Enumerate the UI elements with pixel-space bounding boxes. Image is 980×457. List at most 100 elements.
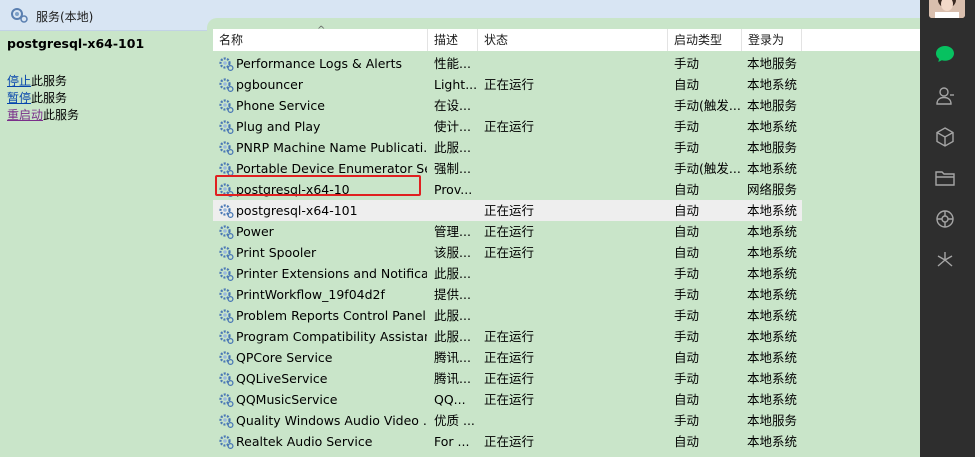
avatar-photo-icon xyxy=(929,0,965,18)
service-name-cell: QQMusicService xyxy=(236,392,338,407)
service-logon-cell: 本地系统 xyxy=(747,266,798,281)
action-pause-suffix: 此服务 xyxy=(31,91,68,105)
selected-service-name: postgresql-x64-101 xyxy=(7,36,145,51)
service-desc-cell: 此服... xyxy=(434,266,471,281)
service-name-cell: Quality Windows Audio Video ... xyxy=(236,413,427,428)
service-gear-icon xyxy=(219,288,234,303)
service-row[interactable]: Printer Extensions and Notificat... 此服...… xyxy=(213,263,802,284)
column-header-name[interactable]: 名称 ^ xyxy=(213,26,428,51)
service-name-cell: PNRP Machine Name Publicati... xyxy=(236,140,427,155)
service-gear-icon xyxy=(219,204,234,219)
service-row[interactable]: QQLiveService 腾讯... 正在运行 手动 本地系统 xyxy=(213,368,802,389)
service-gear-icon xyxy=(219,372,234,387)
service-logon-cell: 本地系统 xyxy=(747,308,798,323)
service-row[interactable]: pgbouncer Light... 正在运行 自动 本地系统 xyxy=(213,74,802,95)
moments-icon[interactable] xyxy=(934,208,956,230)
service-gear-icon xyxy=(219,309,234,324)
service-startup-cell: 手动 xyxy=(674,119,700,134)
service-logon-cell: 本地服务 xyxy=(747,140,798,155)
service-gear-icon xyxy=(219,351,234,366)
service-startup-cell: 手动 xyxy=(674,329,700,344)
cube-icon[interactable] xyxy=(934,126,956,148)
service-status-cell: 正在运行 xyxy=(484,350,535,365)
column-header-logon[interactable]: 登录为 xyxy=(742,29,802,51)
service-row[interactable]: Problem Reports Control Panel... 此服... 手动 本… xyxy=(213,305,802,326)
pause-service-link[interactable]: 暂停 xyxy=(7,91,31,105)
service-status-cell: 正在运行 xyxy=(484,224,535,239)
service-status-cell: 正在运行 xyxy=(484,434,535,449)
service-logon-cell: 本地系统 xyxy=(747,161,798,176)
service-startup-cell: 自动 xyxy=(674,77,700,92)
service-name-cell: Power xyxy=(236,224,274,239)
service-startup-cell: 手动 xyxy=(674,371,700,386)
service-gear-icon xyxy=(219,120,234,135)
chat-icon[interactable] xyxy=(934,43,956,65)
column-header: 名称 ^ 描述 状态 启动类型 登录为 xyxy=(213,26,920,51)
service-gear-icon xyxy=(219,99,234,114)
service-logon-cell: 网络服务 xyxy=(747,182,798,197)
service-status-cell xyxy=(484,137,664,158)
service-startup-cell: 手动(触发... xyxy=(674,161,741,176)
service-row[interactable]: Phone Service 在设... 手动(触发... 本地服务 xyxy=(213,95,802,116)
service-row[interactable]: Realtek Audio Service For ... 正在运行 自动 本地系统 xyxy=(213,431,802,452)
service-name-cell: Performance Logs & Alerts xyxy=(236,56,402,71)
service-row[interactable]: Plug and Play 使计... 正在运行 手动 本地系统 xyxy=(213,116,802,137)
service-detail-pane: postgresql-x64-101 停止此服务 暂停此服务 重启动此服务 xyxy=(0,31,207,457)
service-startup-cell: 自动 xyxy=(674,224,700,239)
service-startup-cell: 自动 xyxy=(674,434,700,449)
service-gear-icon xyxy=(219,393,234,408)
service-status-cell: 正在运行 xyxy=(484,203,535,218)
service-row[interactable]: Performance Logs & Alerts 性能... 手动 本地服务 xyxy=(213,53,802,74)
column-header-startup[interactable]: 启动类型 xyxy=(668,29,742,51)
service-row[interactable]: PrintWorkflow_19f04d2f 提供... 手动 本地系统 xyxy=(213,284,802,305)
service-logon-cell: 本地服务 xyxy=(747,413,798,428)
service-name-cell: Realtek Audio Service xyxy=(236,434,373,449)
service-status-cell: 正在运行 xyxy=(484,245,535,260)
service-startup-cell: 自动 xyxy=(674,182,700,197)
sparkle-icon[interactable] xyxy=(934,249,956,271)
service-gear-icon xyxy=(219,225,234,240)
service-gear-icon xyxy=(219,267,234,282)
restart-service-link[interactable]: 重启动 xyxy=(7,108,43,122)
service-row[interactable]: postgresql-x64-101 正在运行 自动 本地系统 xyxy=(213,200,802,221)
service-desc-cell: 腾讯... xyxy=(434,371,471,386)
service-row[interactable]: Power 管理... 正在运行 自动 本地系统 xyxy=(213,221,802,242)
service-status-cell: 正在运行 xyxy=(484,77,535,92)
service-row[interactable]: QQMusicService QQ... 正在运行 自动 本地系统 xyxy=(213,389,802,410)
service-status-cell xyxy=(484,305,664,326)
service-startup-cell: 手动 xyxy=(674,56,700,71)
service-name-cell: Phone Service xyxy=(236,98,325,113)
service-startup-cell: 自动 xyxy=(674,245,700,260)
service-status-cell xyxy=(484,263,664,284)
column-header-desc[interactable]: 描述 xyxy=(428,29,478,51)
service-startup-cell: 手动 xyxy=(674,140,700,155)
service-status-cell xyxy=(484,95,664,116)
column-header-status[interactable]: 状态 xyxy=(478,29,668,51)
service-name-cell: Plug and Play xyxy=(236,119,321,134)
service-name-cell: pgbouncer xyxy=(236,77,303,92)
action-restart: 重启动此服务 xyxy=(7,106,79,123)
service-logon-cell: 本地系统 xyxy=(747,77,798,92)
service-gear-icon xyxy=(219,57,234,72)
service-desc-cell: For ... xyxy=(434,434,470,449)
service-desc-cell: 优质 ... xyxy=(434,413,475,428)
service-row[interactable]: Program Compatibility Assistan... 此服... 正在… xyxy=(213,326,802,347)
service-status-cell: 正在运行 xyxy=(484,119,535,134)
contacts-icon[interactable] xyxy=(934,85,956,107)
service-logon-cell: 本地服务 xyxy=(747,56,798,71)
stop-service-link[interactable]: 停止 xyxy=(7,74,31,88)
service-desc-cell: 此服... xyxy=(434,329,471,344)
avatar[interactable] xyxy=(929,0,965,18)
service-gear-icon xyxy=(219,246,234,261)
service-name-cell: Printer Extensions and Notificat... xyxy=(236,266,427,281)
folder-icon[interactable] xyxy=(934,167,956,189)
service-desc-cell: Prov... xyxy=(434,182,473,197)
service-row[interactable]: Quality Windows Audio Video ... 优质 ... 手动 本… xyxy=(213,410,802,431)
service-row[interactable]: QPCore Service 腾讯... 正在运行 自动 本地系统 xyxy=(213,347,802,368)
service-status-cell: 正在运行 xyxy=(484,371,535,386)
service-name-cell: PrintWorkflow_19f04d2f xyxy=(236,287,385,302)
action-pause: 暂停此服务 xyxy=(7,89,67,106)
service-row[interactable]: PNRP Machine Name Publicati... 此服... 手动 本地服… xyxy=(213,137,802,158)
service-startup-cell: 手动(触发... xyxy=(674,98,741,113)
service-row[interactable]: Print Spooler 该服... 正在运行 自动 本地系统 xyxy=(213,242,802,263)
